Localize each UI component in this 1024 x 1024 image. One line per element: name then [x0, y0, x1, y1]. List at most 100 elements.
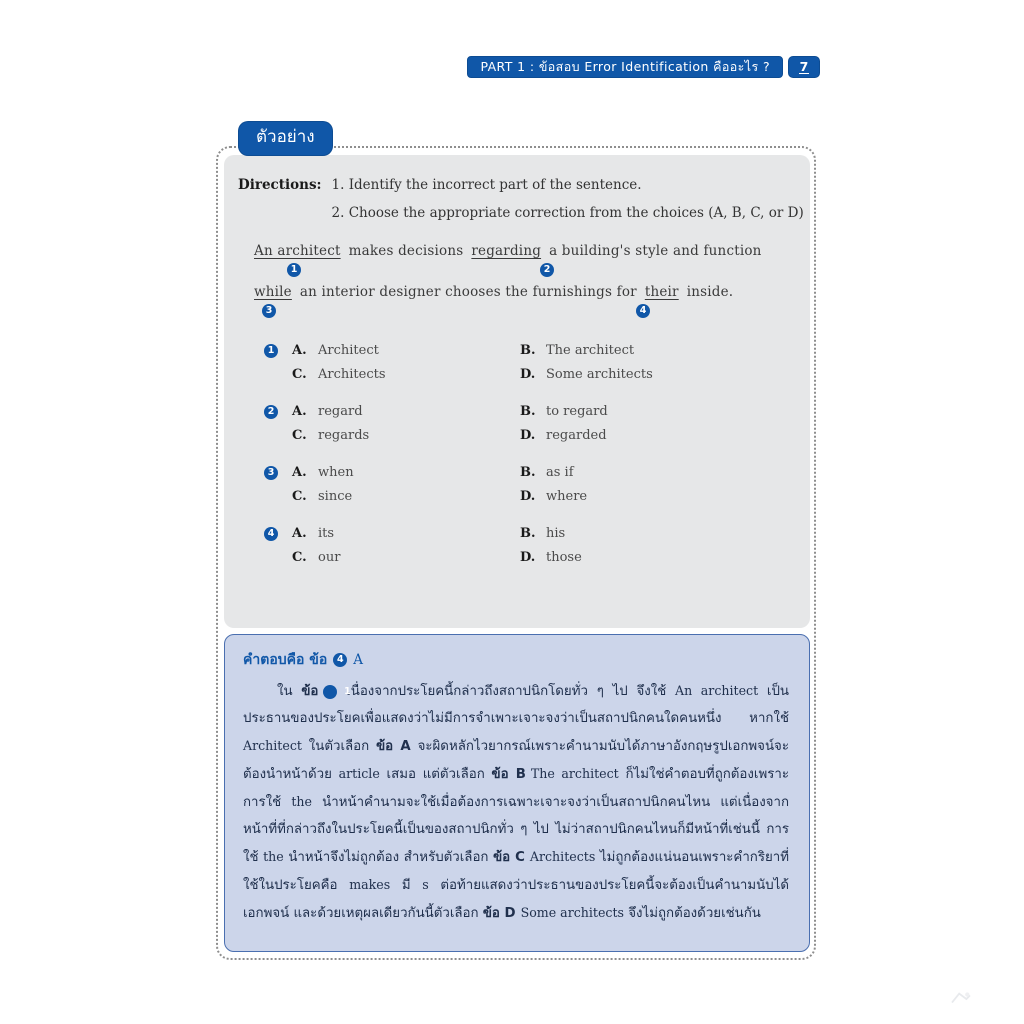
choice-letter: A.: [292, 465, 307, 480]
choice-text: to regard: [546, 404, 608, 419]
choice-text: regards: [318, 428, 370, 443]
part-title-bar: PART 1 : ข้อสอบ Error Identification คือ…: [467, 56, 783, 78]
page-number-text: 7: [798, 58, 810, 75]
sentence-plain-3: an interior designer chooses the furnish…: [299, 284, 637, 300]
choice-text: when: [318, 465, 354, 480]
exp-en-the-1: the: [291, 794, 312, 809]
exp-en-the-architect: The architect: [530, 766, 619, 781]
choice-letter: B.: [520, 526, 536, 541]
page-running-header: PART 1 : ข้อสอบ Error Identification คือ…: [467, 56, 820, 78]
sentence-plain-4: inside.: [686, 284, 734, 300]
directions-list: 1. Identify the incorrect part of the se…: [332, 177, 804, 221]
choice-option-4c[interactable]: C. our: [292, 550, 520, 565]
directions-label: Directions:: [238, 177, 322, 193]
choice-letter: C.: [292, 489, 307, 504]
exp-choice-c: ข้อ C: [493, 850, 525, 865]
choice-option-4d[interactable]: D. those: [520, 550, 582, 565]
choice-text: Architect: [318, 343, 379, 358]
choice-letter: D.: [520, 428, 536, 443]
choice-text: those: [546, 550, 582, 565]
choice-group-3: 3 A. when B. as if C. since D. where: [264, 465, 790, 504]
choice-text: its: [318, 526, 335, 541]
question-panel: Directions: 1. Identify the incorrect pa…: [224, 155, 810, 628]
answer-heading: คำตอบคือ ข้อ 4 A: [243, 649, 789, 671]
choice-option-1a[interactable]: A. Architect: [292, 343, 520, 358]
sentence-marker-3: 3: [262, 304, 276, 318]
exp-t1: ใน: [277, 684, 302, 699]
choice-option-4b[interactable]: B. his: [520, 526, 565, 541]
directions-item-1: 1. Identify the incorrect part of the se…: [331, 177, 642, 193]
choice-option-2d[interactable]: D. regarded: [520, 428, 607, 443]
choice-option-3d[interactable]: D. where: [520, 489, 587, 504]
exp-t9: นำหน้าจึงไม่ถูกต้อง สำหรับตัวเลือก: [283, 850, 494, 865]
answer-heading-prefix: คำตอบคือ ข้อ: [243, 652, 328, 668]
choice-text: The architect: [546, 343, 635, 358]
choice-option-1c[interactable]: C. Architects: [292, 367, 520, 382]
choice-groups: 1 A. Architect B. The architect C. Archi…: [238, 343, 790, 565]
underlined-part-2: regarding: [471, 243, 542, 259]
choice-option-4a[interactable]: A. its: [292, 526, 520, 541]
choice-text: Architects: [318, 367, 386, 382]
sentence-marker-4: 4: [636, 304, 650, 318]
choice-text: where: [546, 489, 588, 504]
choice-row: C. Architects D. Some architects: [292, 367, 790, 382]
corner-watermark-icon: [951, 992, 971, 1004]
choice-row: A. regard B. to regard: [292, 404, 790, 419]
exp-choice-b: ข้อ B: [491, 767, 526, 782]
choice-text: as if: [546, 465, 574, 480]
exp-choice-a: ข้อ A: [376, 739, 411, 754]
choice-row: A. Architect B. The architect: [292, 343, 790, 358]
exp-choice-d: ข้อ D: [482, 906, 516, 921]
sentence-line-1: An architect makes decisions regarding a bu…: [254, 243, 790, 284]
example-tab-label: ตัวอย่าง: [239, 122, 332, 156]
choice-letter: D.: [520, 367, 536, 382]
choice-letter: A.: [292, 343, 307, 358]
choice-row: A. its B. his: [292, 526, 790, 541]
choice-row: C. since D. where: [292, 489, 790, 504]
sentence-marker-1: 1: [287, 263, 301, 277]
answer-letter: A: [353, 652, 363, 668]
exp-en-makes: makes: [349, 877, 391, 892]
choice-text: regard: [318, 404, 363, 419]
exp-t11: มี: [390, 878, 423, 893]
underlined-part-1: An architect: [254, 243, 341, 259]
choice-letter: C.: [292, 367, 307, 382]
choice-letter: B.: [520, 343, 536, 358]
exp-badge-1: 1: [323, 685, 351, 699]
choice-group-2: 2 A. regard B. to regard C. regards D. r…: [264, 404, 790, 443]
exp-t2: เนื่องจากประโยคนี้กล่าวถึงสถาปนิกโดยทั่ว…: [337, 684, 676, 699]
choice-option-3a[interactable]: A. when: [292, 465, 520, 480]
choice-option-2c[interactable]: C. regards: [292, 428, 520, 443]
underlined-part-4: their: [644, 284, 679, 300]
choice-letter: D.: [520, 489, 536, 504]
choice-option-1b[interactable]: B. The architect: [520, 343, 634, 358]
choice-letter: A.: [292, 526, 307, 541]
choice-group-4: 4 A. its B. his C. our D. those: [264, 526, 790, 565]
choice-option-1d[interactable]: D. Some architects: [520, 367, 653, 382]
choice-letter: C.: [292, 428, 307, 443]
choice-letter: A.: [292, 404, 307, 419]
choice-option-3c[interactable]: C. since: [292, 489, 520, 504]
choice-text: his: [546, 526, 566, 541]
choice-row: A. when B. as if: [292, 465, 790, 480]
sentence-plain-1: makes decisions: [348, 243, 464, 259]
choice-row: C. our D. those: [292, 550, 790, 565]
choice-text: regarded: [546, 428, 607, 443]
underlined-part-3: while: [254, 284, 292, 300]
exp-en-architect: Architect: [243, 738, 302, 753]
choice-letter: B.: [520, 404, 536, 419]
exp-t13: จึงไม่ถูกต้องด้วยเช่นกัน: [624, 906, 761, 921]
directions-item-2: 2. Choose the appropriate correction fro…: [331, 205, 804, 221]
choice-option-3b[interactable]: B. as if: [520, 465, 574, 480]
exp-en-the-2: the: [263, 849, 284, 864]
exp-t6: เสมอ แต่ตัวเลือก: [379, 767, 492, 782]
choice-option-2b[interactable]: B. to regard: [520, 404, 608, 419]
choice-group-badge-2: 2: [264, 405, 278, 419]
answer-explanation: ใน ข้อ 1 เนื่องจากประโยคนี้กล่าวถึงสถาปนิ…: [243, 677, 789, 927]
sentence-line-2: while an interior designer chooses the fu…: [254, 284, 790, 325]
choice-group-badge-4: 4: [264, 527, 278, 541]
choice-text: our: [318, 550, 341, 565]
exp-en-architects: Architects: [529, 849, 596, 864]
choice-group-badge-1: 1: [264, 344, 278, 358]
choice-option-2a[interactable]: A. regard: [292, 404, 520, 419]
